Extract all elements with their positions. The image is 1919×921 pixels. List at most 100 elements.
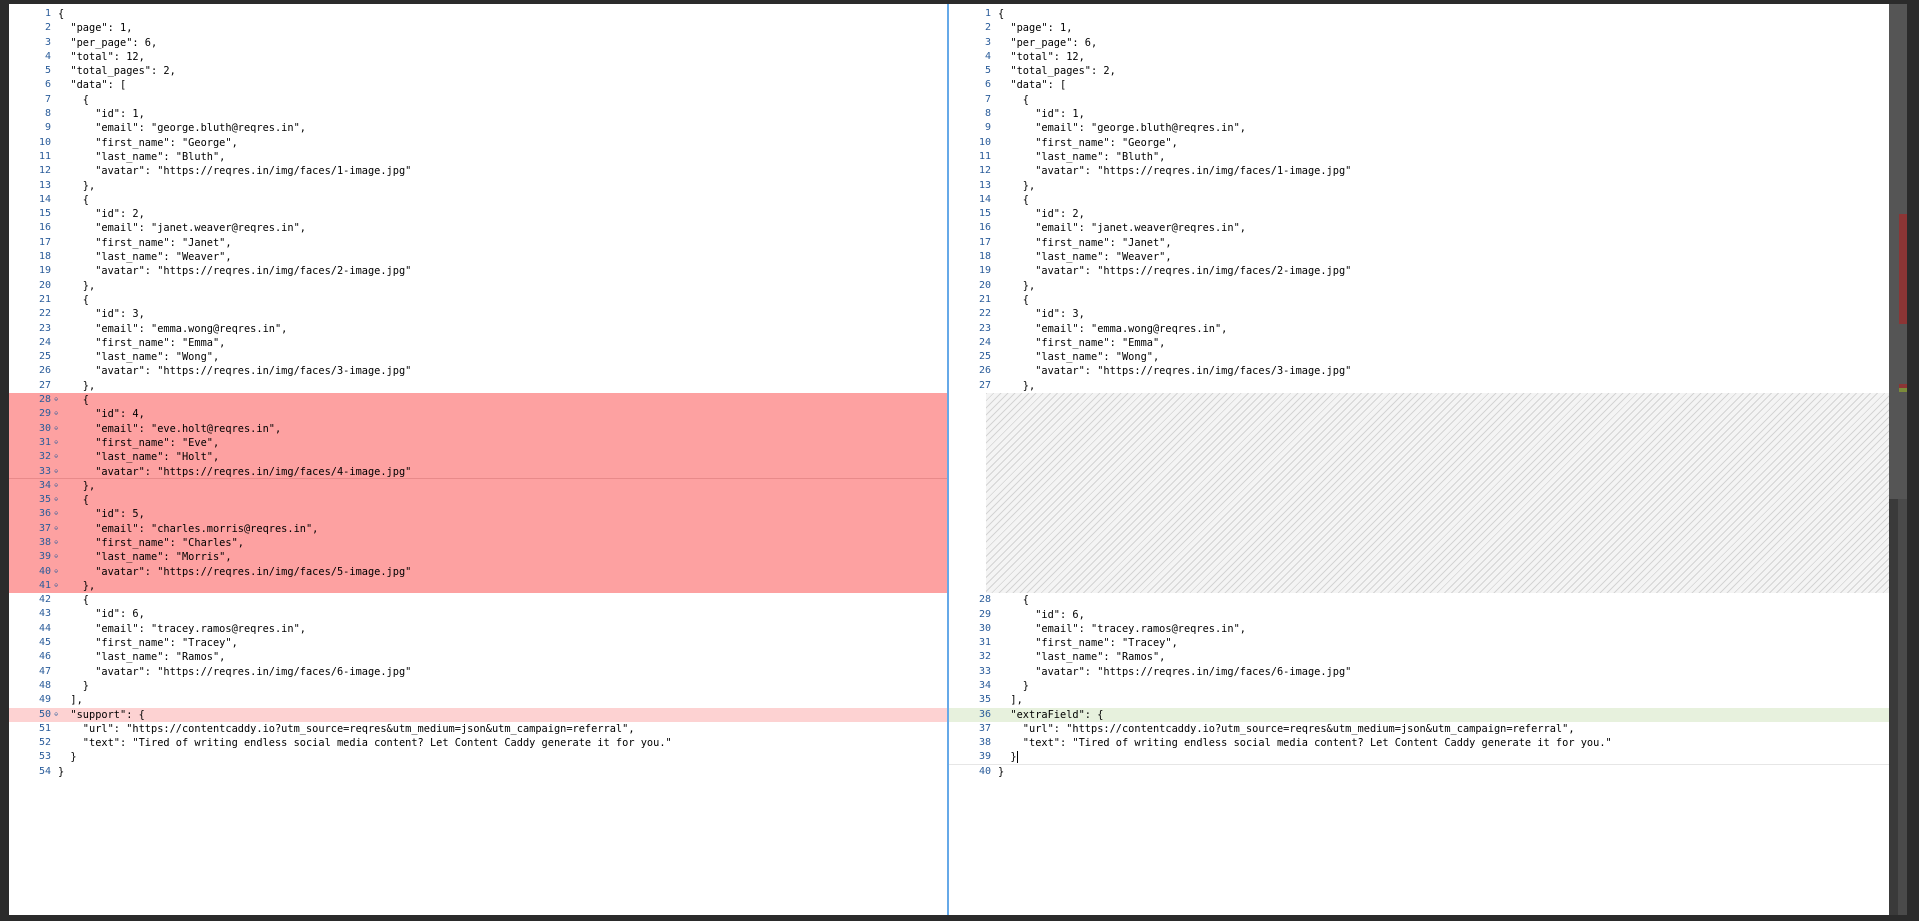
code-line[interactable]: 7 { (949, 93, 1889, 107)
code-line[interactable]: 24 "first_name": "Emma", (9, 336, 947, 350)
code-line[interactable]: 5 "total_pages": 2, (9, 64, 947, 78)
code-line[interactable]: 20 }, (9, 279, 947, 293)
code-line[interactable]: 27 }, (949, 379, 1889, 393)
code-line[interactable]: 10 "first_name": "George", (949, 136, 1889, 150)
code-line[interactable]: 5 "total_pages": 2, (949, 64, 1889, 78)
code-line[interactable]: 22 "id": 3, (9, 307, 947, 321)
code-line[interactable]: 41 }, (9, 578, 947, 593)
code-line[interactable]: 9 "email": "george.bluth@reqres.in", (9, 121, 947, 135)
code-line[interactable]: 15 "id": 2, (9, 207, 947, 221)
code-line[interactable]: 16 "email": "janet.weaver@reqres.in", (949, 221, 1889, 235)
code-line[interactable]: 8 "id": 1, (949, 107, 1889, 121)
code-line[interactable]: 4 "total": 12, (949, 50, 1889, 64)
code-line[interactable]: 14 { (949, 193, 1889, 207)
code-line[interactable]: 19 "avatar": "https://reqres.in/img/face… (949, 264, 1889, 278)
code-line[interactable]: 23 "email": "emma.wong@reqres.in", (9, 322, 947, 336)
code-line[interactable]: 2 "page": 1, (949, 21, 1889, 35)
code-line[interactable]: 21 { (949, 293, 1889, 307)
code-line[interactable]: 20 }, (949, 279, 1889, 293)
diff-overview-addition-marker[interactable] (1899, 388, 1907, 392)
code-line[interactable]: 25 "last_name": "Wong", (9, 350, 947, 364)
code-line[interactable]: 11 "last_name": "Bluth", (9, 150, 947, 164)
code-line[interactable]: 44 "email": "tracey.ramos@reqres.in", (9, 622, 947, 636)
code-line[interactable]: 2 "page": 1, (9, 21, 947, 35)
code-line[interactable]: 37 "email": "charles.morris@reqres.in", (9, 521, 947, 536)
code-line[interactable]: 3 "per_page": 6, (949, 36, 1889, 50)
code-line[interactable]: 28 { (949, 593, 1889, 607)
code-line[interactable]: 51 "url": "https://contentcaddy.io?utm_s… (9, 722, 947, 736)
code-line[interactable]: 42 { (9, 593, 947, 607)
code-line[interactable]: 38 "text": "Tired of writing endless soc… (949, 736, 1889, 750)
code-line[interactable]: 40} (949, 765, 1889, 779)
code-line[interactable]: 8 "id": 1, (9, 107, 947, 121)
right-code-lines: 1{2 "page": 1, 3 "per_page": 6, 4 "total":… (949, 7, 1889, 779)
code-line[interactable]: 11 "last_name": "Bluth", (949, 150, 1889, 164)
code-line[interactable]: 37 "url": "https://contentcaddy.io?utm_s… (949, 722, 1889, 736)
code-line[interactable]: 7 { (9, 93, 947, 107)
code-line[interactable]: 40 "avatar": "https://reqres.in/img/face… (9, 564, 947, 579)
code-line[interactable]: 43 "id": 6, (9, 607, 947, 621)
code-line[interactable]: 34 } (949, 679, 1889, 693)
code-line[interactable]: 14 { (9, 193, 947, 207)
code-line[interactable]: 26 "avatar": "https://reqres.in/img/face… (9, 364, 947, 378)
code-line[interactable]: 23 "email": "emma.wong@reqres.in", (949, 322, 1889, 336)
code-line[interactable]: 45 "first_name": "Tracey", (9, 636, 947, 650)
code-line[interactable]: 19 "avatar": "https://reqres.in/img/face… (9, 264, 947, 278)
code-line[interactable]: 3 "per_page": 6, (9, 36, 947, 50)
code-line[interactable]: 12 "avatar": "https://reqres.in/img/face… (9, 164, 947, 178)
code-line[interactable]: 48 } (9, 679, 947, 693)
code-line[interactable]: 31 "first_name": "Eve", (9, 435, 947, 451)
code-line[interactable]: 36 "id": 5, (9, 507, 947, 522)
code-line[interactable]: 29 "id": 6, (949, 608, 1889, 622)
line-text: "id": 3, (58, 308, 145, 321)
code-line[interactable]: 26 "avatar": "https://reqres.in/img/face… (949, 364, 1889, 378)
code-line[interactable]: 13 }, (949, 179, 1889, 193)
code-line[interactable]: 10 "first_name": "George", (9, 136, 947, 150)
code-line[interactable]: 39 } (949, 750, 1889, 765)
code-line[interactable]: 15 "id": 2, (949, 207, 1889, 221)
code-line[interactable]: 28 { (9, 393, 947, 408)
code-line[interactable]: 31 "first_name": "Tracey", (949, 636, 1889, 650)
left-editor-pane[interactable]: 1{2 "page": 1, 3 "per_page": 6, 4 "total":… (9, 4, 947, 915)
right-editor-pane[interactable]: 1{2 "page": 1, 3 "per_page": 6, 4 "total":… (949, 4, 1889, 915)
code-line[interactable]: 17 "first_name": "Janet", (9, 236, 947, 250)
code-line[interactable]: 39 "last_name": "Morris", (9, 550, 947, 565)
code-line[interactable]: 1{ (949, 7, 1889, 21)
code-line[interactable]: 52 "text": "Tired of writing endless soc… (9, 736, 947, 750)
code-line[interactable]: 9 "email": "george.bluth@reqres.in", (949, 121, 1889, 135)
code-line[interactable]: 49 ], (9, 693, 947, 707)
code-line[interactable]: 50 "support": { (9, 707, 947, 722)
code-line[interactable]: 12 "avatar": "https://reqres.in/img/face… (949, 164, 1889, 178)
code-line[interactable]: 21 { (9, 293, 947, 307)
code-line[interactable]: 4 "total": 12, (9, 50, 947, 64)
code-line[interactable]: 27 }, (9, 379, 947, 393)
code-line[interactable]: 29 "id": 4, (9, 407, 947, 422)
code-line[interactable]: 13 }, (9, 179, 947, 193)
code-line[interactable]: 24 "first_name": "Emma", (949, 336, 1889, 350)
code-line[interactable]: 36 "extraField": { (949, 707, 1889, 722)
code-line[interactable]: 35 ], (949, 693, 1889, 707)
code-line[interactable]: 53 } (9, 750, 947, 764)
code-line[interactable]: 18 "last_name": "Weaver", (949, 250, 1889, 264)
code-line[interactable]: 6 "data": [ (949, 78, 1889, 92)
code-line[interactable]: 30 "email": "eve.holt@reqres.in", (9, 421, 947, 436)
code-line[interactable]: 33 "avatar": "https://reqres.in/img/face… (949, 665, 1889, 679)
code-line[interactable]: 34 }, (9, 478, 947, 493)
code-line[interactable]: 35 { (9, 493, 947, 508)
code-line[interactable]: 32 "last_name": "Ramos", (949, 650, 1889, 664)
code-line[interactable]: 47 "avatar": "https://reqres.in/img/face… (9, 665, 947, 679)
code-line[interactable]: 17 "first_name": "Janet", (949, 236, 1889, 250)
code-line[interactable]: 38 "first_name": "Charles", (9, 535, 947, 551)
code-line[interactable]: 1{ (9, 7, 947, 21)
code-line[interactable]: 25 "last_name": "Wong", (949, 350, 1889, 364)
code-line[interactable]: 18 "last_name": "Weaver", (9, 250, 947, 264)
code-line[interactable]: 54} (9, 765, 947, 779)
code-line[interactable]: 22 "id": 3, (949, 307, 1889, 321)
code-line[interactable]: 32 "last_name": "Holt", (9, 450, 947, 465)
code-line[interactable]: 6 "data": [ (9, 78, 947, 92)
code-line[interactable]: 30 "email": "tracey.ramos@reqres.in", (949, 622, 1889, 636)
code-line[interactable]: 16 "email": "janet.weaver@reqres.in", (9, 221, 947, 235)
diff-overview-deletion-marker[interactable] (1899, 214, 1907, 324)
code-line[interactable]: 33 "avatar": "https://reqres.in/img/face… (9, 464, 947, 479)
code-line[interactable]: 46 "last_name": "Ramos", (9, 650, 947, 664)
